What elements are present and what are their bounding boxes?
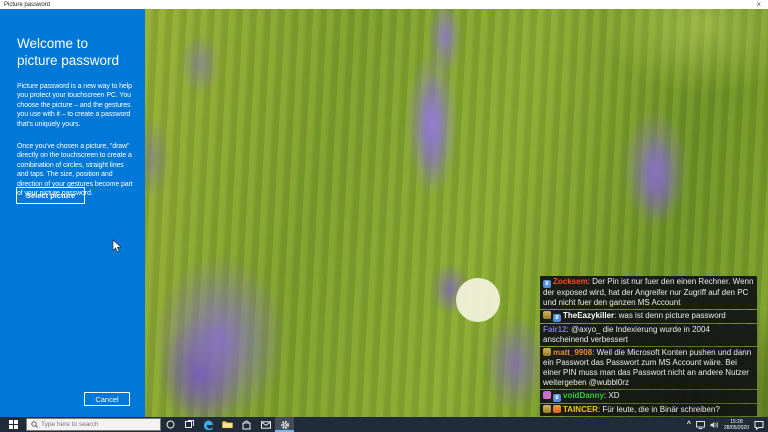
settings-button[interactable] (275, 417, 294, 432)
gesture-circle[interactable] (456, 278, 500, 322)
tray-date: 28/05/2020 (723, 424, 749, 431)
chat-username[interactable]: voidDanny (563, 391, 604, 400)
prime-badge-icon: ♛ (553, 394, 561, 402)
network-icon[interactable] (695, 420, 705, 429)
folder-icon (222, 421, 233, 429)
task-view-button[interactable] (180, 417, 199, 432)
chat-message: ♛ TheEazykiller: was ist denn picture pas… (540, 310, 757, 323)
chat-username[interactable]: TAINCER (563, 405, 598, 414)
close-icon[interactable]: × (756, 0, 761, 9)
chat-message: Fair12: @axyo_ die Indexierung wurde in … (540, 324, 757, 346)
task-view-icon (185, 420, 194, 428)
gear-icon (280, 420, 289, 429)
file-explorer-button[interactable] (218, 417, 237, 432)
tray-clock[interactable]: 15:28 28/05/2020 (724, 419, 749, 431)
lock-badge-icon (543, 405, 551, 413)
edge-icon (203, 420, 213, 430)
cortana-icon (166, 420, 175, 429)
lock-badge-icon (543, 311, 551, 319)
search-input[interactable] (41, 421, 151, 428)
chat-message: ♛ voidDanny: XD (540, 390, 757, 403)
system-tray: ^ 15:28 28/05/2020 (687, 417, 768, 432)
taskbar-search[interactable] (26, 418, 161, 431)
chat-message: matt_9908: Weil die Microsoft Konten pus… (540, 347, 757, 389)
cancel-button[interactable]: Cancel (84, 392, 130, 406)
window-titlebar: Picture password × (0, 0, 768, 9)
tray-chevron-icon[interactable]: ^ (687, 417, 691, 432)
volume-icon[interactable] (710, 421, 719, 429)
prime-badge-icon: ♛ (553, 314, 561, 322)
action-center-icon[interactable] (754, 420, 764, 430)
intro-paragraph: Picture password is a new way to help yo… (17, 83, 132, 128)
cortana-button[interactable] (161, 417, 180, 432)
chat-username[interactable]: Zocksem (553, 277, 588, 286)
chat-message: ♛ Zocksem: Der Pin ist nur fuer den einen… (540, 276, 757, 309)
start-button[interactable] (0, 417, 26, 432)
chat-username[interactable]: matt_9908 (553, 348, 592, 357)
page-title: Welcome to picture password (17, 36, 120, 68)
mouse-cursor-icon (112, 239, 122, 253)
party-badge-icon (543, 391, 551, 399)
fire-badge-icon (553, 405, 561, 413)
mail-button[interactable] (256, 417, 275, 432)
screen: Picture password × Welcome to picture pa… (0, 0, 768, 432)
chat-username[interactable]: Fair12 (543, 325, 567, 334)
prime-badge-icon: ♛ (543, 280, 551, 288)
select-picture-button[interactable]: Select picture (16, 187, 86, 204)
store-button[interactable] (237, 417, 256, 432)
lock-badge-icon (543, 348, 551, 356)
chat-overlay[interactable]: ♛ Zocksem: Der Pin ist nur fuer den einen… (540, 276, 757, 417)
edge-button[interactable] (199, 417, 218, 432)
mail-icon (260, 420, 271, 429)
chat-message: TAINCER: Für leute, die in Binär schreib… (540, 404, 757, 416)
chat-username[interactable]: TheEazykiller (563, 311, 614, 320)
search-icon (31, 421, 38, 428)
window-title: Picture password (4, 1, 51, 8)
taskbar: ^ 15:28 28/05/2020 (0, 417, 768, 432)
sidebar-panel: Welcome to picture password Picture pass… (0, 9, 145, 417)
windows-logo-icon (8, 420, 18, 429)
store-bag-icon (242, 420, 251, 429)
